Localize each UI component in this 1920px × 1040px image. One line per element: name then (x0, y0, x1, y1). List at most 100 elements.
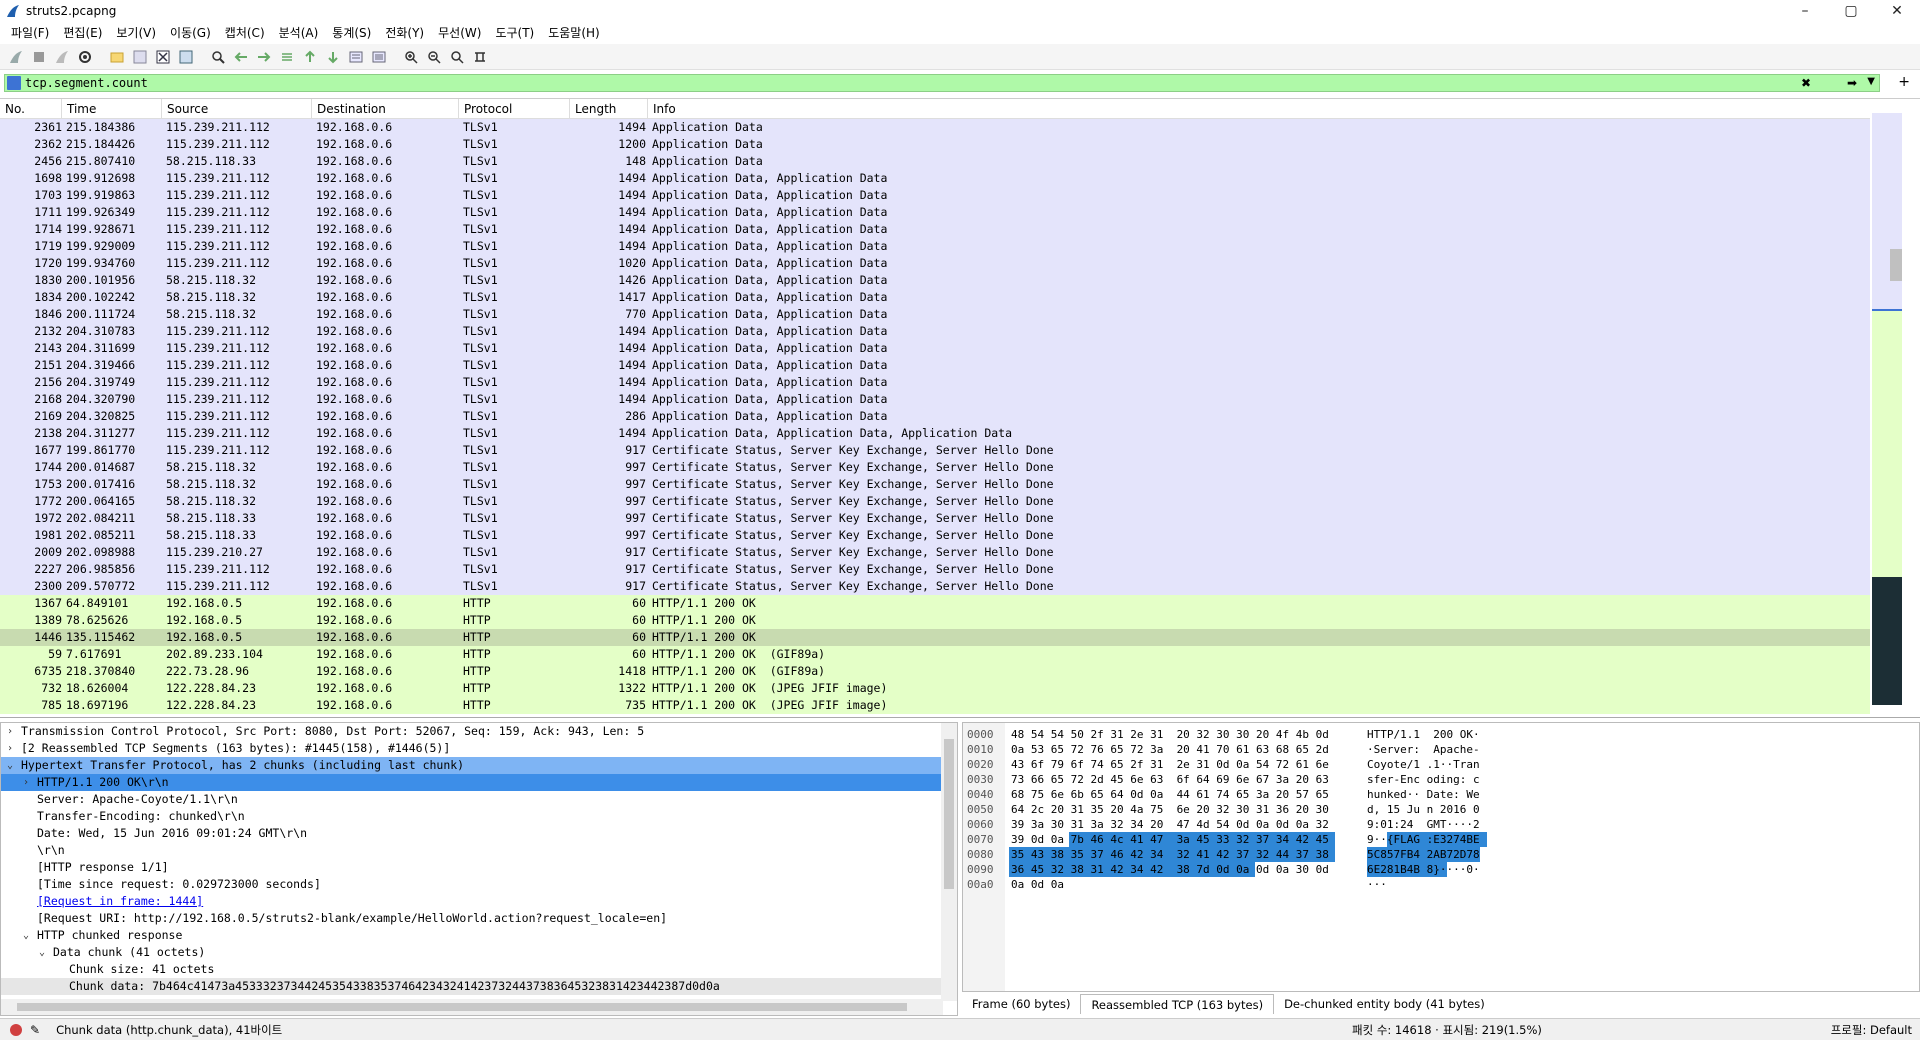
ascii-line[interactable]: 5C857FB4 2AB72D78 (1367, 847, 1480, 862)
bookmark-icon[interactable] (7, 76, 21, 90)
close-file-icon[interactable] (153, 47, 173, 67)
menu-telephony[interactable]: 전화(Y) (378, 22, 431, 44)
packet-row[interactable]: 2361 215.184386 115.239.211.112 192.168.0.6… (0, 119, 1870, 136)
detail-tree-item[interactable]: › Transmission Control Protocol, Src Port… (1, 723, 957, 740)
column-header-length[interactable]: Length (570, 99, 648, 119)
menu-statistics[interactable]: 통계(S) (325, 22, 378, 44)
packet-row[interactable]: 1972 202.084211 58.215.118.33 192.168.0.6 TL… (0, 510, 1870, 527)
menu-analyze[interactable]: 분석(A) (272, 22, 326, 44)
ascii-line[interactable]: HTTP/1.1 200 OK· (1367, 727, 1480, 742)
hex-line[interactable]: 43 6f 79 6f 74 65 2f 31 2e 31 0d 0a 54 7… (1011, 757, 1329, 772)
packet-row[interactable]: 6735 218.370840 222.73.28.96 192.168.0.6 HTT… (0, 663, 1870, 680)
packet-row[interactable]: 2300 209.570772 115.239.211.112 192.168.0.6… (0, 578, 1870, 595)
zoom-in-icon[interactable] (401, 47, 421, 67)
column-header-source[interactable]: Source (162, 99, 312, 119)
minimize-button[interactable]: – (1782, 0, 1828, 22)
back-arrow-icon[interactable] (231, 47, 251, 67)
detail-tree-item[interactable]: [HTTP response 1/1] (1, 859, 957, 876)
packet-row[interactable]: 2156 204.319749 115.239.211.112 192.168.0.6… (0, 374, 1870, 391)
packet-row[interactable]: 1677 199.861770 115.239.211.112 192.168.0.6… (0, 442, 1870, 459)
detail-tree-item[interactable]: Transfer-Encoding: chunked\r\n (1, 808, 957, 825)
go-to-packet-icon[interactable] (277, 47, 297, 67)
packet-row[interactable]: 2169 204.320825 115.239.211.112 192.168.0.6… (0, 408, 1870, 425)
column-header-protocol[interactable]: Protocol (459, 99, 570, 119)
zoom-out-icon[interactable] (424, 47, 444, 67)
colorize-icon[interactable] (369, 47, 389, 67)
detail-tree-item[interactable]: ⌄ HTTP chunked response (1, 927, 957, 944)
column-header-destination[interactable]: Destination (312, 99, 459, 119)
hex-line[interactable]: 39 0d 0a 7b 46 4c 41 47 3a 45 33 32 37 3… (1011, 832, 1329, 847)
find-icon[interactable] (208, 47, 228, 67)
detail-tree-item[interactable]: Date: Wed, 15 Jun 2016 09:01:24 GMT\r\n (1, 825, 957, 842)
packet-row[interactable]: 2138 204.311277 115.239.211.112 192.168.0.6… (0, 425, 1870, 442)
stop-icon[interactable] (29, 47, 49, 67)
column-header-info[interactable]: Info (648, 99, 1870, 119)
detail-tree-item[interactable]: Server: Apache-Coyote/1.1\r\n (1, 791, 957, 808)
packet-row[interactable]: 1753 200.017416 58.215.118.32 192.168.0.6 TL… (0, 476, 1870, 493)
packet-row[interactable]: 2151 204.319466 115.239.211.112 192.168.0.6… (0, 357, 1870, 374)
clear-filter-icon[interactable]: ✖ (1801, 76, 1811, 90)
packet-row[interactable]: 1830 200.101956 58.215.118.32 192.168.0.6 TL… (0, 272, 1870, 289)
details-vscroll-thumb[interactable] (944, 739, 954, 889)
save-icon[interactable] (130, 47, 150, 67)
detail-tree-item[interactable]: › [2 Reassembled TCP Segments (163 bytes)… (1, 740, 957, 757)
ascii-line[interactable]: ·Server: Apache- (1367, 742, 1480, 757)
ascii-line[interactable]: d, 15 Ju n 2016 0 (1367, 802, 1480, 817)
details-horizontal-scrollbar[interactable] (1, 999, 943, 1015)
edit-comment-icon[interactable]: ✎ (30, 1023, 40, 1037)
open-folder-icon[interactable] (107, 47, 127, 67)
packet-row[interactable]: 1981 202.085211 58.215.118.33 192.168.0.6 TL… (0, 527, 1870, 544)
last-packet-icon[interactable] (323, 47, 343, 67)
display-filter-field[interactable]: ✖ ➡ ▼ (4, 74, 1880, 92)
detail-tree-item[interactable]: ⌄ Data chunk (41 octets) (1, 944, 957, 961)
hex-line[interactable]: 39 3a 30 31 3a 32 34 20 47 4d 54 0d 0a 0… (1011, 817, 1329, 832)
ascii-line[interactable]: Coyote/1 .1··Tran (1367, 757, 1480, 772)
detail-tree-item[interactable]: › HTTP/1.1 200 OK\r\n (1, 774, 957, 791)
close-button[interactable]: ✕ (1874, 0, 1920, 22)
detail-tree-item[interactable]: [Request URI: http://192.168.0.5/struts2… (1, 910, 957, 927)
hex-line[interactable]: 35 43 38 35 37 46 42 34 32 41 42 37 32 4… (1011, 847, 1329, 862)
hex-line[interactable]: 64 2c 20 31 35 20 4a 75 6e 20 32 30 31 3… (1011, 802, 1329, 817)
maximize-button[interactable]: ▢ (1828, 0, 1874, 22)
detail-tree-item[interactable]: [Time since request: 0.029723000 seconds… (1, 876, 957, 893)
expand-chevron-icon[interactable]: › (7, 723, 13, 740)
detail-tree-item[interactable]: Chunk size: 41 octets (1, 961, 957, 978)
menu-wireless[interactable]: 무선(W) (431, 22, 488, 44)
ascii-line[interactable]: 9··{FLAG :E3274BE (1367, 832, 1480, 847)
collapse-chevron-icon[interactable]: ⌄ (39, 944, 45, 961)
tab-dechunked-body[interactable]: De-chunked entity body (41 bytes) (1274, 994, 1495, 1014)
column-header-no[interactable]: No. (0, 99, 62, 119)
detail-tree-item[interactable]: ⌄ Hypertext Transfer Protocol, has 2 chun… (1, 757, 957, 774)
detail-tree-item[interactable]: [Request in frame: 1444] (1, 893, 957, 910)
scrollbar-thumb[interactable] (1890, 249, 1902, 281)
packet-row[interactable]: 732 18.626004 122.228.84.23 192.168.0.6 HTTP… (0, 680, 1870, 697)
packet-row[interactable]: 1714 199.928671 115.239.211.112 192.168.0.6… (0, 221, 1870, 238)
packet-row[interactable]: 2456 215.807410 58.215.118.33 192.168.0.6 TL… (0, 153, 1870, 170)
packet-row[interactable]: 1719 199.929009 115.239.211.112 192.168.0.6… (0, 238, 1870, 255)
packet-row[interactable]: 2132 204.310783 115.239.211.112 192.168.0.6… (0, 323, 1870, 340)
packet-row[interactable]: 2143 204.311699 115.239.211.112 192.168.0.6… (0, 340, 1870, 357)
packet-row[interactable]: 1772 200.064165 58.215.118.32 192.168.0.6 TL… (0, 493, 1870, 510)
details-vertical-scrollbar[interactable] (941, 723, 957, 1001)
menu-capture[interactable]: 캡처(C) (218, 22, 272, 44)
details-hscroll-thumb[interactable] (17, 1003, 907, 1011)
menu-help[interactable]: 도움말(H) (541, 22, 607, 44)
packet-row[interactable]: 1367 64.849101 192.168.0.5 192.168.0.6 HTTP 6… (0, 595, 1870, 612)
column-header-time[interactable]: Time (62, 99, 162, 119)
display-filter-input[interactable] (25, 76, 1725, 90)
ascii-line[interactable]: hunked·· Date: We (1367, 787, 1480, 802)
ascii-line[interactable]: 9:01:24 GMT····2 (1367, 817, 1480, 832)
status-profile[interactable]: 프로필: Default (1831, 1022, 1912, 1038)
tab-frame-bytes[interactable]: Frame (60 bytes) (962, 994, 1080, 1014)
packet-row[interactable]: 2168 204.320790 115.239.211.112 192.168.0.6… (0, 391, 1870, 408)
hex-line[interactable]: 68 75 6e 6b 65 64 0d 0a 44 61 74 65 3a 2… (1011, 787, 1329, 802)
hex-line[interactable]: 48 54 54 50 2f 31 2e 31 20 32 30 30 20 4… (1011, 727, 1329, 742)
packet-row[interactable]: 1698 199.912698 115.239.211.112 192.168.0.6… (0, 170, 1870, 187)
menu-file[interactable]: 파일(F) (4, 22, 56, 44)
collapse-chevron-icon[interactable]: ⌄ (23, 927, 29, 944)
first-packet-icon[interactable] (300, 47, 320, 67)
hex-line[interactable]: 0a 53 65 72 76 65 72 3a 20 41 70 61 63 6… (1011, 742, 1329, 757)
menu-go[interactable]: 이동(G) (163, 22, 218, 44)
shark-fin-start-icon[interactable] (6, 47, 26, 67)
filter-dropdown-icon[interactable]: ▼ (1867, 76, 1875, 87)
